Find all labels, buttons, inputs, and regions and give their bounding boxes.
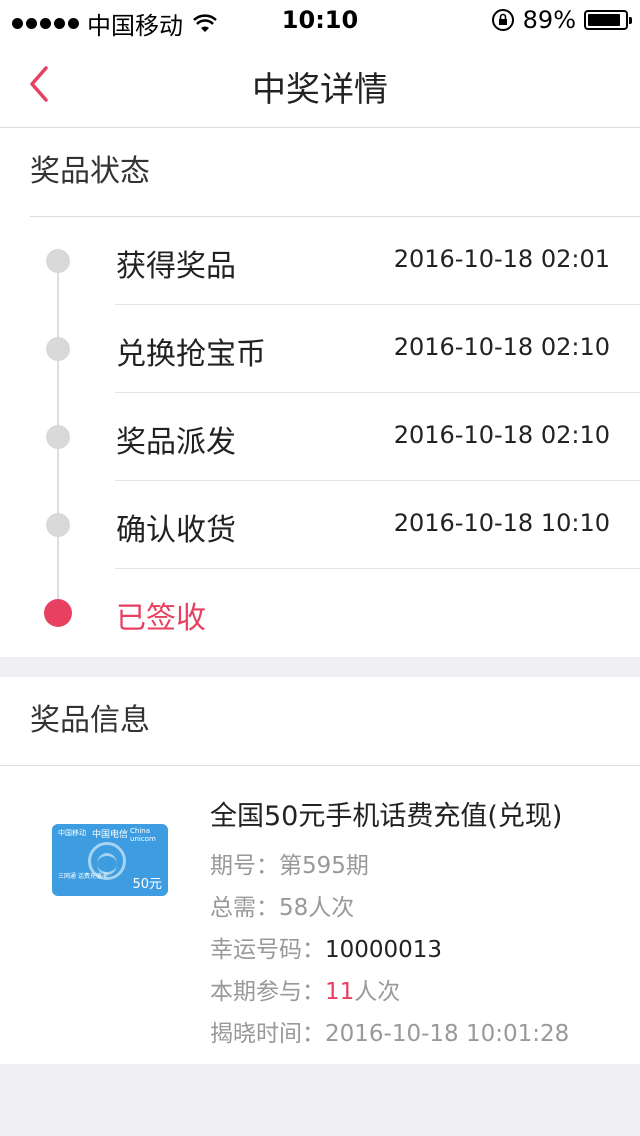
step-time: 2016-10-18 02:10 [393, 421, 610, 449]
step-time: 2016-10-18 02:01 [393, 245, 610, 273]
participation-row: 本期参与：11人次 [210, 972, 400, 1006]
timeline-step: 获得奖品 2016-10-18 02:01 [0, 217, 640, 305]
card-brand-mobile: 中国移动 [58, 829, 86, 837]
nav-bar: 中奖详情 [0, 40, 640, 128]
page-title: 中奖详情 [252, 70, 388, 110]
period-label: 期号： [210, 853, 279, 879]
prize-status-section: 奖品状态 获得奖品 2016-10-18 02:01 兑换抢宝币 2016-10… [0, 128, 640, 657]
card-brand-telecom: 中国电信 [92, 830, 129, 840]
reveal-value: 2016-10-18 10:01:28 [325, 1021, 570, 1047]
card-brand-unicom: China unicom [130, 827, 156, 843]
step-label: 获得奖品 [116, 249, 236, 284]
prize-info-section: 奖品信息 中国移动 中国电信 China unicom 三网通 话费充值卡 50… [0, 677, 640, 1064]
status-timeline: 获得奖品 2016-10-18 02:01 兑换抢宝币 2016-10-18 0… [0, 217, 640, 657]
timeline-step-current: 已签收 [0, 569, 640, 657]
period-row: 期号：第595期 [210, 846, 369, 880]
timeline-step: 确认收货 2016-10-18 10:10 [0, 481, 640, 569]
reveal-time-row: 揭晓时间：2016-10-18 10:01:28 [210, 1014, 569, 1048]
prize-name: 全国50元手机话费充值(兑现) [210, 801, 563, 832]
lucky-value: 10000013 [325, 937, 443, 963]
step-time: 2016-10-18 10:10 [393, 509, 610, 537]
timeline-step: 奖品派发 2016-10-18 02:10 [0, 393, 640, 481]
join-unit: 人次 [354, 979, 401, 1005]
step-label: 确认收货 [116, 513, 236, 548]
section-title-status: 奖品状态 [30, 128, 640, 217]
status-bar: 中国移动 10:10 89% [0, 0, 640, 40]
lucky-label: 幸运号码： [210, 937, 325, 963]
step-label-current: 已签收 [116, 601, 206, 636]
total-row: 总需：58人次 [210, 888, 354, 922]
status-right: 89% [491, 6, 632, 34]
join-label: 本期参与： [210, 979, 325, 1005]
section-title-info: 奖品信息 [0, 677, 640, 766]
join-count: 11 [325, 979, 355, 1005]
step-dot [46, 425, 70, 449]
card-caption: 三网通 话费充值卡 [58, 873, 108, 880]
card-amount: 50元 [132, 877, 162, 892]
prize-card-image: 中国移动 中国电信 China unicom 三网通 话费充值卡 50元 [52, 824, 168, 896]
lucky-number-row: 幸运号码：10000013 [210, 930, 442, 964]
reveal-label: 揭晓时间： [210, 1021, 325, 1047]
prize-item[interactable]: 中国移动 中国电信 China unicom 三网通 话费充值卡 50元 全国5… [0, 766, 640, 1064]
total-value: 58人次 [279, 895, 355, 921]
step-label: 奖品派发 [116, 425, 236, 460]
step-dot [46, 249, 70, 273]
orientation-lock-icon [491, 9, 514, 31]
step-dot [46, 513, 70, 537]
step-label: 兑换抢宝币 [116, 337, 266, 372]
step-time: 2016-10-18 02:10 [393, 333, 610, 361]
battery-percent: 89% [522, 6, 576, 34]
battery-icon [584, 10, 632, 30]
step-dot-active [44, 599, 72, 627]
period-value: 第595期 [279, 853, 369, 879]
step-dot [46, 337, 70, 361]
timeline-step: 兑换抢宝币 2016-10-18 02:10 [0, 305, 640, 393]
total-label: 总需： [210, 895, 279, 921]
